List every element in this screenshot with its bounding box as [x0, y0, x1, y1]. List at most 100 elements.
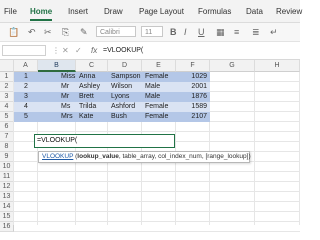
table-cell[interactable]: Kate — [76, 112, 108, 122]
table-cell[interactable]: 5 — [14, 112, 38, 122]
tab-data[interactable]: Data — [246, 7, 263, 16]
row-header[interactable]: 1 — [0, 72, 14, 82]
row-header[interactable]: 7 — [0, 132, 14, 142]
table-cell[interactable]: 2107 — [176, 112, 210, 122]
column-header-e[interactable]: E — [142, 60, 176, 72]
table-cell[interactable]: 3 — [14, 92, 38, 102]
table-cell[interactable]: Lyons — [108, 92, 142, 102]
row-header[interactable]: 4 — [0, 102, 14, 112]
table-cell[interactable]: 1 — [14, 72, 38, 82]
table-cell[interactable]: Ashley — [76, 82, 108, 92]
gridline — [14, 171, 300, 172]
format-painter-icon[interactable]: ✎ — [80, 27, 88, 37]
formula-bar: ⋮ ✕ ✓ fx =VLOOKUP( — [0, 43, 300, 60]
select-all-corner[interactable] — [0, 60, 14, 72]
gridline — [14, 231, 300, 232]
table-cell[interactable]: Anna — [76, 72, 108, 82]
row-header[interactable]: 10 — [0, 162, 14, 172]
row-header[interactable]: 5 — [0, 112, 14, 122]
row-header[interactable]: 14 — [0, 202, 14, 212]
table-cell[interactable]: Mr — [58, 82, 76, 92]
name-box[interactable] — [2, 45, 46, 56]
table-cell[interactable]: 1589 — [176, 102, 210, 112]
table-cell[interactable]: Brett — [76, 92, 108, 102]
gridline — [299, 72, 300, 225]
font-name-select[interactable]: Calibri — [96, 26, 136, 37]
align-left-icon[interactable]: ≡ — [234, 27, 239, 37]
cancel-icon[interactable]: ✕ — [62, 46, 69, 55]
table-cell[interactable]: 1876 — [176, 92, 210, 102]
table-cell[interactable]: 2 — [14, 82, 38, 92]
table-cell[interactable]: Bush — [108, 112, 142, 122]
table-cell[interactable]: Ashford — [108, 102, 142, 112]
align-center-icon[interactable]: ≣ — [252, 27, 260, 37]
row-header[interactable]: 3 — [0, 92, 14, 102]
row-header[interactable]: 9 — [0, 152, 14, 162]
wrap-text-icon[interactable]: ↵ — [270, 27, 278, 37]
enter-icon[interactable]: ✓ — [75, 46, 82, 55]
more-options-icon[interactable]: ⋮ — [52, 46, 60, 55]
column-header-d[interactable]: D — [108, 60, 142, 72]
table-cell[interactable]: Miss — [58, 72, 76, 82]
active-cell-editor[interactable]: =VLOOKUP( — [34, 134, 175, 148]
table-cell[interactable]: 1029 — [176, 72, 210, 82]
copy-icon[interactable]: ⎘ — [62, 27, 69, 37]
active-tab-indicator — [30, 19, 52, 21]
bold-icon[interactable]: B — [170, 27, 177, 37]
table-cell[interactable]: Male — [142, 92, 176, 102]
tooltip-current-arg: lookup_value — [77, 153, 119, 160]
tab-insert[interactable]: Insert — [68, 7, 88, 16]
gridline — [254, 72, 255, 225]
row-header[interactable]: 12 — [0, 182, 14, 192]
row-header[interactable]: 2 — [0, 82, 14, 92]
row-header[interactable]: 13 — [0, 192, 14, 202]
table-cell[interactable]: Ms — [58, 102, 76, 112]
italic-icon[interactable]: I — [184, 27, 187, 37]
table-cell[interactable]: Sampson — [108, 72, 142, 82]
tooltip-rest-args: , table_array, col_index_num, [range_loo… — [118, 153, 251, 160]
paste-icon[interactable]: 📋 — [8, 27, 19, 37]
row-header[interactable]: 15 — [0, 212, 14, 222]
table-cell[interactable]: Female — [142, 102, 176, 112]
row-header[interactable]: 8 — [0, 142, 14, 152]
table-cell[interactable]: Female — [142, 72, 176, 82]
ribbon-toolbar: 📋 ↶ ✂ ⎘ ✎ Calibri 11 B I U ▦ ≡ ≣ ↵ — [0, 23, 300, 42]
spreadsheet-grid[interactable]: A B C D E F G H 1 2 3 4 5 6 7 8 9 10 11 12 13 14 15 16 … — [0, 60, 300, 232]
table-cell[interactable]: 4 — [14, 102, 38, 112]
tab-home[interactable]: Home — [30, 7, 52, 16]
column-header-c[interactable]: C — [76, 60, 108, 72]
gridline — [14, 181, 300, 182]
row-header[interactable]: 6 — [0, 122, 14, 132]
column-header-f[interactable]: F — [176, 60, 210, 72]
undo-icon[interactable]: ↶ — [28, 27, 36, 37]
table-cell[interactable]: Wilson — [108, 82, 142, 92]
table-cell[interactable]: Male — [142, 82, 176, 92]
function-tooltip[interactable]: VLOOKUP (lookup_value, table_array, col_… — [38, 151, 251, 163]
column-header-h[interactable]: H — [255, 60, 300, 72]
column-header-g[interactable]: G — [210, 60, 255, 72]
cut-icon[interactable]: ✂ — [44, 27, 52, 37]
gridline — [14, 221, 300, 222]
formula-input[interactable]: =VLOOKUP( — [103, 47, 143, 54]
column-header-b[interactable]: B — [38, 60, 76, 72]
tab-draw[interactable]: Draw — [104, 7, 123, 16]
tab-review[interactable]: Review — [276, 7, 302, 16]
table-cell[interactable]: Mr — [58, 92, 76, 102]
row-header[interactable]: 11 — [0, 172, 14, 182]
insert-function-icon[interactable]: fx — [91, 46, 97, 55]
tooltip-function-name[interactable]: VLOOKUP — [42, 153, 73, 160]
table-cell[interactable]: Trilda — [76, 102, 108, 112]
ribbon-tab-bar: File Home Insert Draw Page Layout Formul… — [0, 0, 302, 23]
borders-icon[interactable]: ▦ — [216, 27, 225, 37]
table-cell[interactable]: Mrs — [58, 112, 76, 122]
tab-formulas[interactable]: Formulas — [198, 7, 231, 16]
column-header-a[interactable]: A — [14, 60, 38, 72]
table-cell[interactable]: 2001 — [176, 82, 210, 92]
row-header[interactable]: 16 — [0, 222, 14, 232]
tab-page-layout[interactable]: Page Layout — [139, 7, 184, 16]
underline-icon[interactable]: U — [198, 27, 205, 37]
table-cell[interactable]: Female — [142, 112, 176, 122]
gridline — [14, 201, 300, 202]
tab-file[interactable]: File — [4, 7, 17, 16]
font-size-select[interactable]: 11 — [141, 26, 163, 37]
